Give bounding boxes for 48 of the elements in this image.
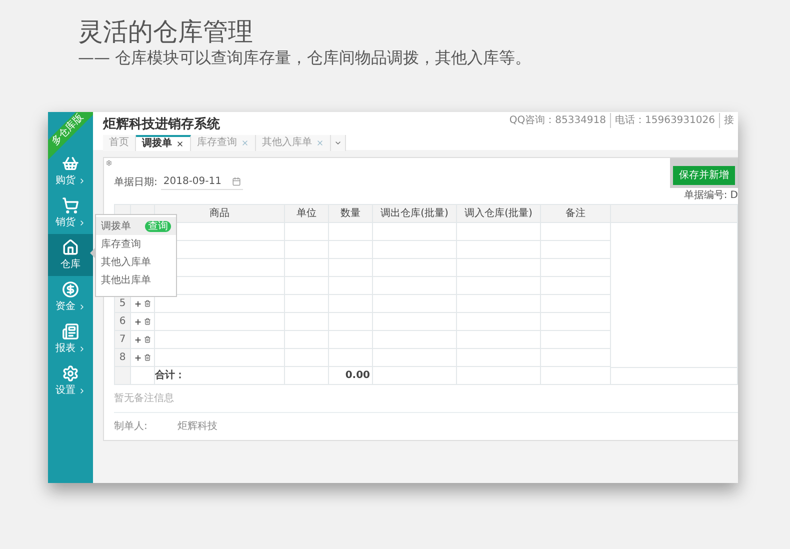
nav-label: 资金 xyxy=(56,301,76,313)
date-field[interactable]: 2018-09-11 xyxy=(161,174,242,190)
total-label: 合计： xyxy=(155,367,285,385)
menu-item[interactable]: 调拨单 查询 xyxy=(96,217,176,235)
nav-item[interactable]: 资金 xyxy=(48,276,93,318)
column-header: 单位 xyxy=(285,205,329,223)
menu-item[interactable]: 库存查询 xyxy=(96,235,176,253)
tab[interactable]: 调拨单 xyxy=(136,134,191,150)
column-header: 调入仓库(批量) xyxy=(457,205,541,223)
app-title: 炬辉科技进销存系统 xyxy=(103,116,220,134)
menu-label: 其他出库单 xyxy=(101,274,151,288)
row-number: 8 xyxy=(115,349,131,367)
page-subtitle: —— 仓库模块可以查询库存量，仓库间物品调拨，其他入库等。 xyxy=(78,48,532,68)
number-value: D xyxy=(730,190,738,202)
contact-info: 接 xyxy=(719,113,738,128)
row-number: 6 xyxy=(115,313,131,331)
menu-label: 调拨单 xyxy=(101,220,131,234)
tab[interactable]: 首页 xyxy=(103,134,136,150)
nav-item[interactable]: 设置 xyxy=(48,360,93,402)
contact-info: QQ咨询：85334918 xyxy=(508,114,607,128)
nav-label: 报表 xyxy=(56,343,76,355)
contact-info: 电话：15963931026 xyxy=(610,113,719,128)
nav-item[interactable]: 仓库 xyxy=(48,234,93,276)
nav-label: 销货 xyxy=(56,217,76,229)
date-label: 单据日期: xyxy=(114,176,158,190)
column-header: 调出仓库(批量) xyxy=(373,205,457,223)
nav-label: 设置 xyxy=(56,385,76,397)
menu-label: 库存查询 xyxy=(101,238,141,252)
nav-label: 购货 xyxy=(56,175,76,187)
remark-text: 暂无备注信息 xyxy=(114,385,738,413)
tab[interactable]: 其他入库单 xyxy=(256,134,331,150)
tab[interactable]: 库存查询 xyxy=(191,134,256,150)
number-label: 单据编号: xyxy=(684,190,728,202)
column-header: 数量 xyxy=(329,205,373,223)
menu-item[interactable]: 其他出库单 xyxy=(96,271,176,289)
menu-label: 其他入库单 xyxy=(101,256,151,270)
nav-item[interactable]: 报表 xyxy=(48,318,93,360)
nav-label: 仓库 xyxy=(60,259,80,271)
query-badge[interactable]: 查询 xyxy=(145,220,171,232)
save-and-new-button[interactable]: 保存并新增 xyxy=(673,166,735,185)
row-number: 7 xyxy=(115,331,131,349)
column-header: 备注 xyxy=(541,205,611,223)
creator-label: 制单人: xyxy=(114,420,148,434)
total-quantity: 0.00 xyxy=(329,367,373,385)
nav-item[interactable]: 销货 xyxy=(48,192,93,234)
creator-name: 炬辉科技 xyxy=(177,420,218,434)
menu-item[interactable]: 其他入库单 xyxy=(96,253,176,271)
page-title: 灵活的仓库管理 xyxy=(78,16,254,48)
